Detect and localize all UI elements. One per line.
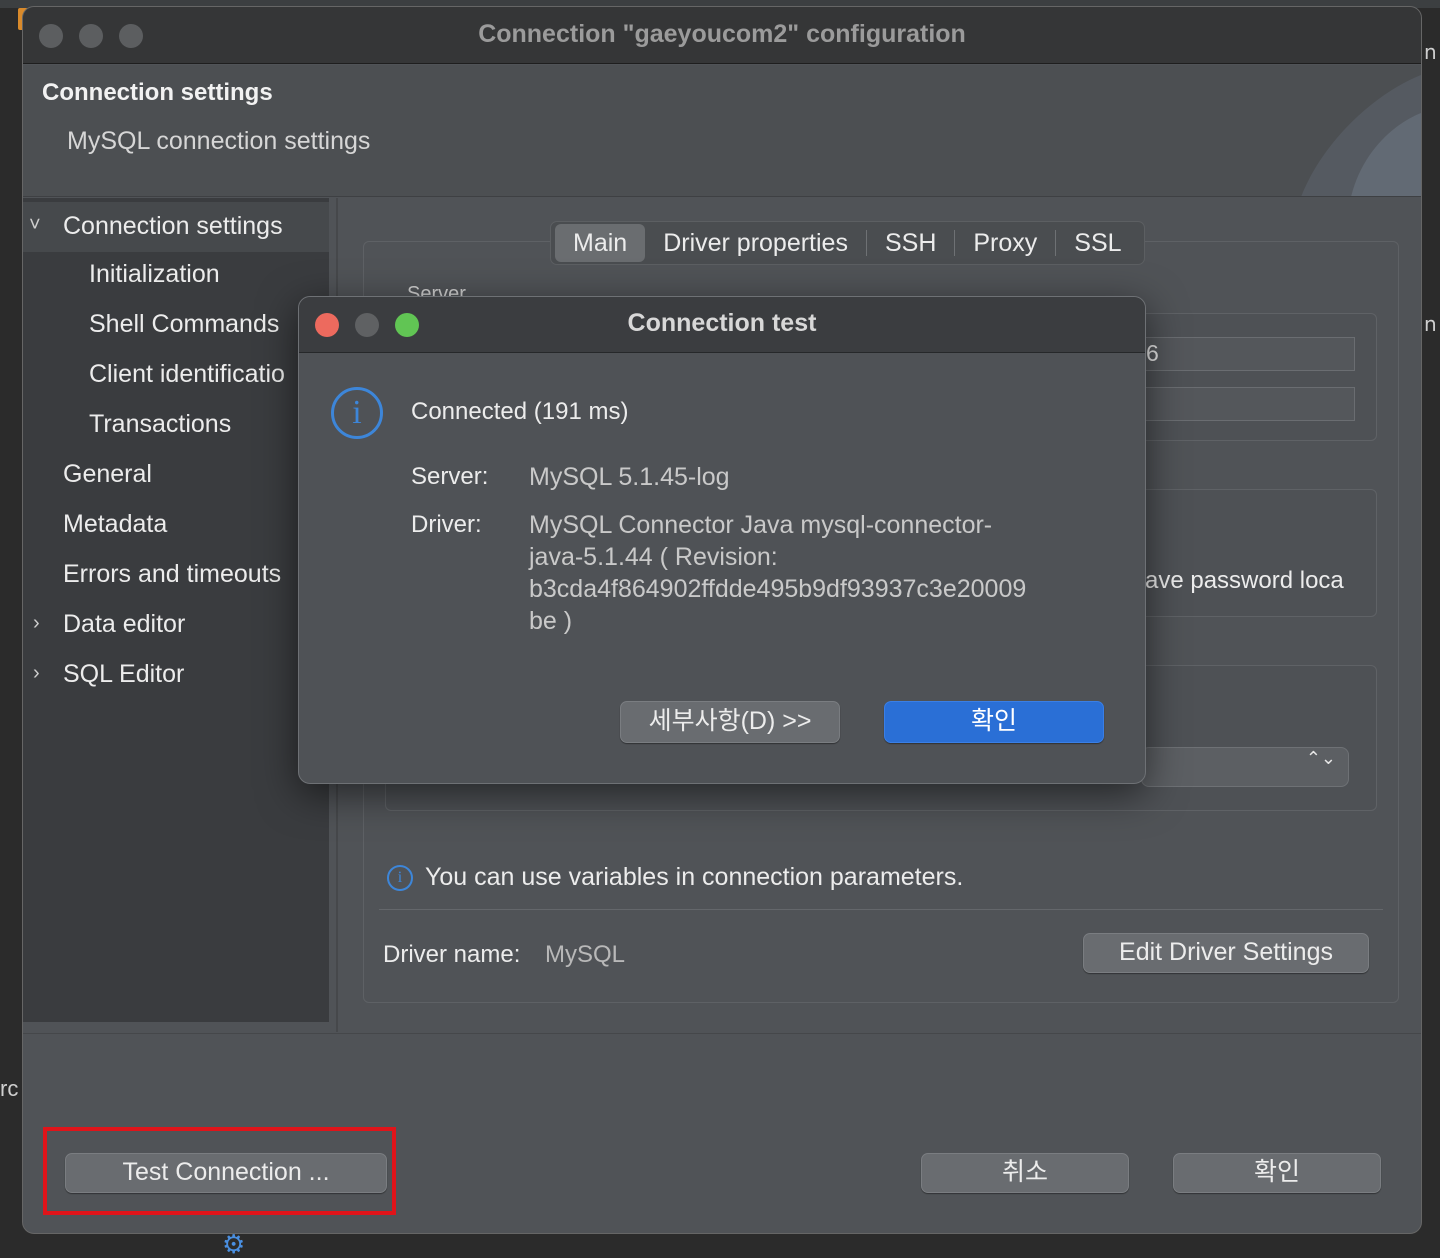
server-value: MySQL 5.1.45-log xyxy=(529,463,730,491)
save-password-checkbox-label[interactable]: ave password loca xyxy=(1145,567,1359,595)
chevron-right-icon[interactable]: › xyxy=(33,662,40,685)
sidebar-item-errors-and-timeouts[interactable]: Errors and timeouts xyxy=(63,560,281,589)
dialog-titlebar: Connection test xyxy=(299,297,1145,353)
driver-name-label: Driver name: xyxy=(383,941,521,968)
driver-label: Driver: xyxy=(411,511,482,538)
tab-main[interactable]: Main xyxy=(555,224,646,262)
server-label: Server: xyxy=(411,463,489,490)
sidebar-item-data-editor[interactable]: Data editor xyxy=(63,610,185,639)
connection-test-dialog: Connection test i Connected (191 ms) Ser… xyxy=(298,296,1146,784)
select-arrows-icon: ⌃⌄ xyxy=(1305,748,1336,768)
sidebar-item-label: Connection settings xyxy=(63,212,283,240)
tab-ssh[interactable]: SSH xyxy=(867,224,954,262)
tab-ssl[interactable]: SSL xyxy=(1056,224,1139,262)
page-title: Connection settings xyxy=(42,79,273,106)
sidebar-item-initialization[interactable]: Initialization xyxy=(89,260,220,289)
driver-value-line: java-5.1.44 ( Revision: xyxy=(529,543,778,571)
edit-driver-settings-button[interactable]: Edit Driver Settings xyxy=(1083,933,1369,973)
chevron-right-icon[interactable]: › xyxy=(33,612,40,635)
cancel-button[interactable]: 취소 xyxy=(921,1153,1129,1193)
page-header: Connection settings MySQL connection set… xyxy=(23,65,1421,197)
driver-value-line: b3cda4f864902ffdde495b9df93937c3e20009 xyxy=(529,575,1027,603)
driver-value-line: MySQL Connector Java mysql-connector- xyxy=(529,511,993,539)
sidebar-item-shell-commands[interactable]: Shell Commands xyxy=(89,310,279,339)
tab-proxy[interactable]: Proxy xyxy=(955,224,1055,262)
database-select[interactable]: ⌃⌄ xyxy=(1141,747,1349,787)
background-gear-icon: ⚙ xyxy=(222,1229,246,1258)
background-text-fragment: n xyxy=(1424,312,1437,336)
info-icon: i xyxy=(387,865,413,892)
connection-status-text: Connected (191 ms) xyxy=(411,398,629,425)
background-text-fragment: n xyxy=(1424,40,1437,64)
chevron-down-icon[interactable]: ˅ xyxy=(29,214,41,237)
page-subtitle: MySQL connection settings xyxy=(67,127,371,155)
driver-name-value: MySQL xyxy=(545,941,626,968)
footer-divider xyxy=(23,1033,1421,1034)
port-field[interactable] xyxy=(1141,387,1355,421)
host-field-value: 6 xyxy=(1146,340,1159,366)
sidebar-item-metadata[interactable]: Metadata xyxy=(63,510,167,539)
sidebar-item-transactions[interactable]: Transactions xyxy=(89,410,231,439)
details-button[interactable]: 세부사항(D) >> xyxy=(620,701,840,743)
ok-button[interactable]: 확인 xyxy=(1173,1153,1381,1193)
driver-value-line: be ) xyxy=(529,607,573,635)
divider xyxy=(379,909,1383,910)
sidebar-item-sql-editor[interactable]: SQL Editor xyxy=(63,660,184,689)
info-icon: i xyxy=(331,387,383,439)
host-field[interactable]: 6 xyxy=(1141,337,1355,371)
variables-info-text: You can use variables in connection para… xyxy=(425,863,964,891)
variables-info-row: i You can use variables in connection par… xyxy=(387,863,963,892)
dialog-ok-button[interactable]: 확인 xyxy=(884,701,1104,743)
settings-navigation-tree: ˅ Connection settings Initialization She… xyxy=(23,198,329,1022)
background-text-fragment: rc xyxy=(0,1076,19,1101)
window-title: Connection "gaeyoucom2" configuration xyxy=(478,20,966,48)
sidebar-item-client-identification[interactable]: Client identificatio xyxy=(89,360,285,389)
sidebar-item-general[interactable]: General xyxy=(63,460,152,489)
settings-tabs: Main Driver properties SSH Proxy SSL xyxy=(550,221,1145,265)
tab-driver-properties[interactable]: Driver properties xyxy=(645,224,866,262)
dialog-title: Connection test xyxy=(627,309,817,337)
sidebar-item-connection-settings-row[interactable]: ˅ Connection settings xyxy=(23,202,329,252)
highlight-annotation xyxy=(43,1127,396,1215)
window-titlebar: Connection "gaeyoucom2" configuration xyxy=(23,7,1421,64)
header-decoration-graphic xyxy=(1301,75,1421,196)
